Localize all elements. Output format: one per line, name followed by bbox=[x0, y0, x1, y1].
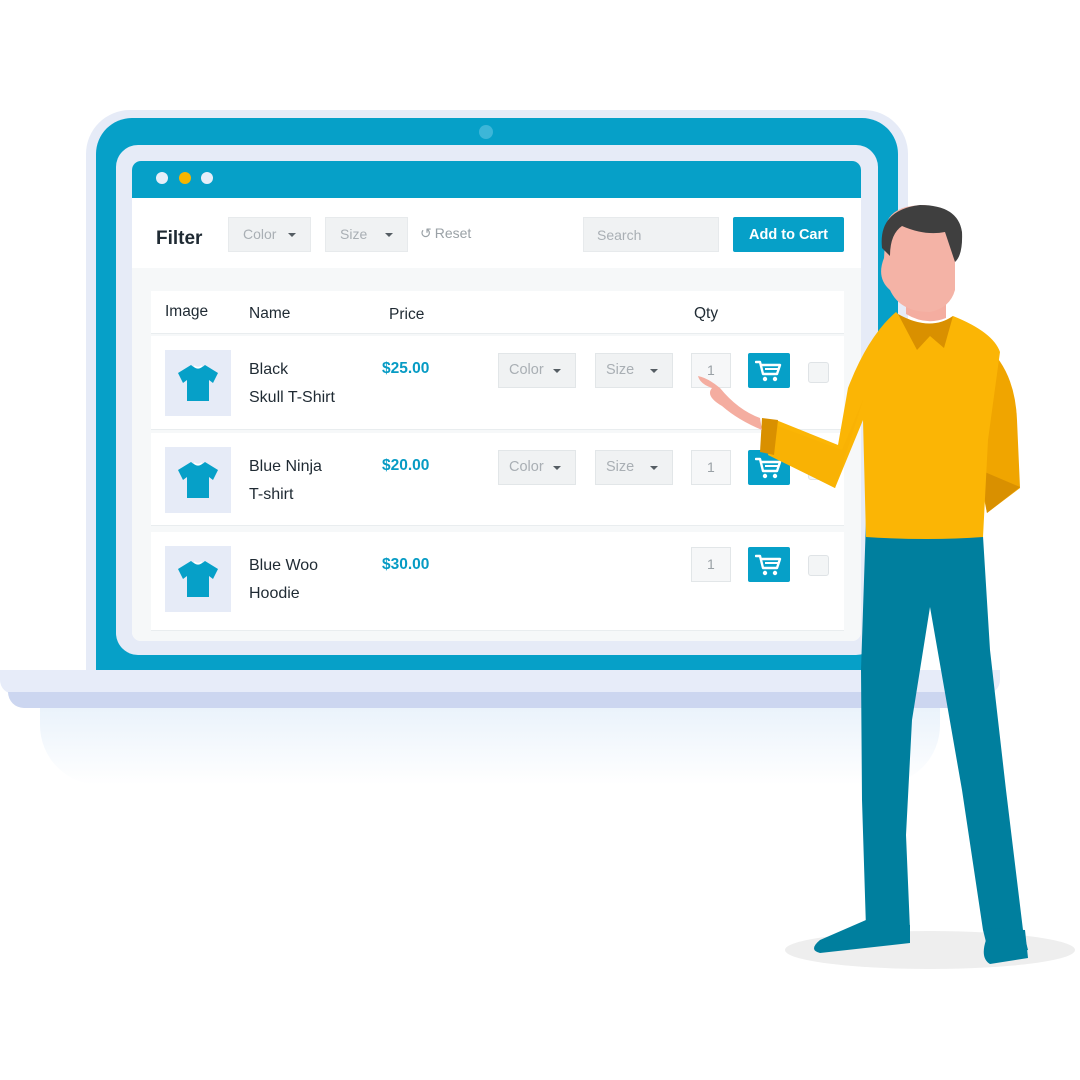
hand bbox=[698, 376, 762, 430]
caret-down-icon bbox=[553, 466, 561, 470]
caret-down-icon bbox=[288, 233, 296, 237]
product-name[interactable]: Blue Ninja T-shirt bbox=[249, 453, 369, 509]
column-header-price: Price bbox=[389, 306, 425, 323]
row-size-select[interactable]: Size bbox=[595, 450, 673, 485]
caret-down-icon bbox=[650, 466, 658, 470]
right-shoe bbox=[983, 928, 1028, 964]
window-dot-icon[interactable] bbox=[179, 172, 191, 184]
column-header-image: Image bbox=[165, 303, 209, 320]
filter-title: Filter bbox=[156, 228, 203, 249]
product-image[interactable] bbox=[165, 447, 231, 513]
reset-label: Reset bbox=[434, 225, 472, 241]
caret-down-icon bbox=[650, 369, 658, 373]
tshirt-icon bbox=[178, 462, 218, 498]
camera-icon bbox=[479, 125, 493, 139]
reset-button[interactable]: ↺ Reset bbox=[420, 225, 471, 242]
caret-down-icon bbox=[553, 369, 561, 373]
window-titlebar bbox=[132, 161, 861, 198]
caret-down-icon bbox=[385, 233, 393, 237]
product-price: $30.00 bbox=[382, 556, 430, 573]
window-dot-icon[interactable] bbox=[201, 172, 213, 184]
window-dot-icon[interactable] bbox=[156, 172, 168, 184]
size-filter-label: Size bbox=[340, 226, 368, 242]
color-filter-select[interactable]: Color bbox=[228, 217, 311, 252]
product-image[interactable] bbox=[165, 546, 231, 612]
tshirt-icon bbox=[178, 365, 218, 401]
shirt bbox=[768, 312, 1000, 539]
product-image[interactable] bbox=[165, 350, 231, 416]
reset-icon: ↺ bbox=[420, 225, 432, 241]
product-name[interactable]: Black Skull T-Shirt bbox=[249, 356, 369, 412]
column-header-name: Name bbox=[249, 305, 291, 322]
presenter-illustration bbox=[698, 205, 1075, 969]
row-size-select[interactable]: Size bbox=[595, 353, 673, 388]
product-price: $25.00 bbox=[382, 360, 430, 377]
product-name[interactable]: Blue Woo Hoodie bbox=[249, 552, 369, 608]
pants bbox=[861, 520, 1028, 958]
row-color-select[interactable]: Color bbox=[498, 353, 576, 388]
size-filter-select[interactable]: Size bbox=[325, 217, 408, 252]
tshirt-icon bbox=[178, 561, 218, 597]
color-filter-label: Color bbox=[243, 226, 277, 242]
product-price: $20.00 bbox=[382, 457, 430, 474]
row-color-select[interactable]: Color bbox=[498, 450, 576, 485]
